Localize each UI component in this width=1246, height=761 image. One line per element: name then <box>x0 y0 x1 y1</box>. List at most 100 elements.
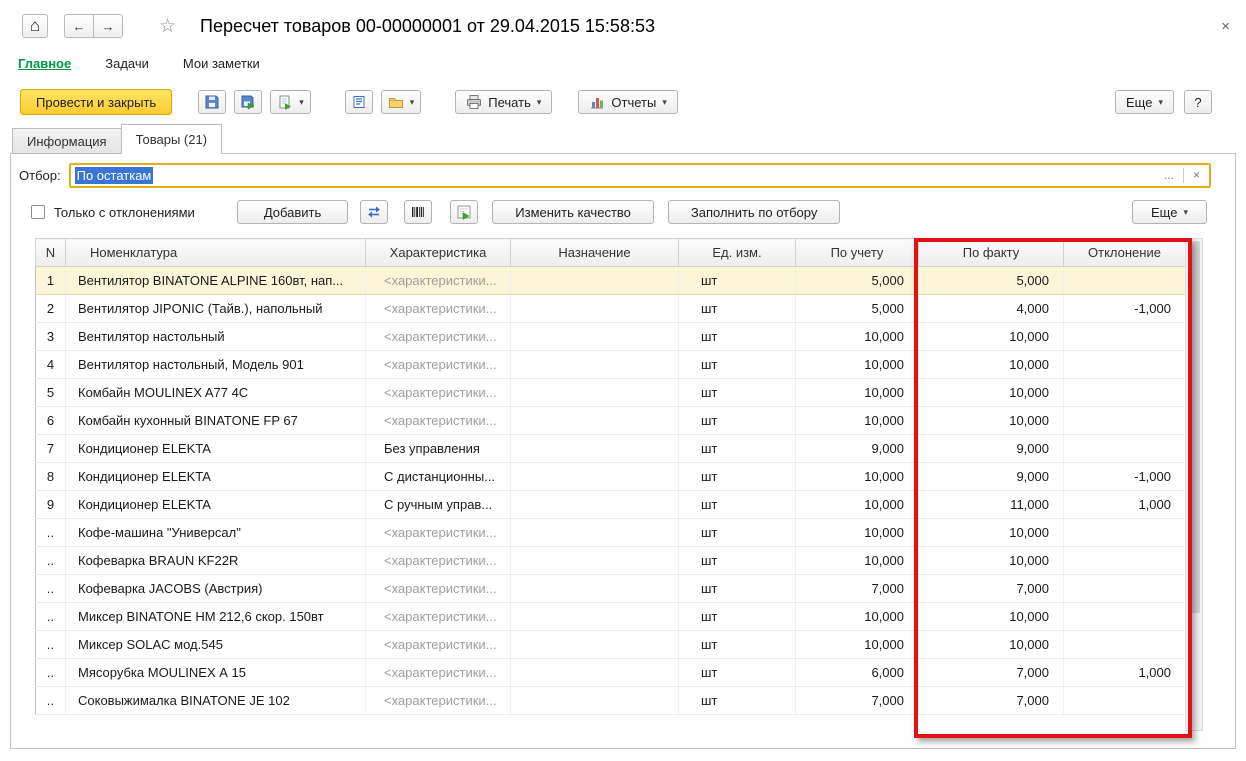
table-row[interactable]: 7 Кондиционер ELEKTA Без управления шт 9,000… <box>35 434 1186 463</box>
add-button[interactable]: Добавить <box>236 200 349 224</box>
column-header[interactable]: По факту <box>918 238 1064 267</box>
table-cell: 7,000 <box>918 686 1064 715</box>
print-button[interactable]: Печать ▾ <box>455 90 553 114</box>
swap-arrows-icon <box>368 206 381 218</box>
table-row[interactable]: 4 Вентилятор настольный, Модель 901 <харак… <box>35 350 1186 379</box>
column-header[interactable]: Номенклатура <box>65 238 366 267</box>
home-button[interactable]: ⌂ <box>22 14 48 38</box>
table-row[interactable]: .. Кофеварка BRAUN KF22R <характеристики..… <box>35 546 1186 575</box>
scrollbar-thumb[interactable] <box>1188 241 1200 613</box>
only-deviations-label[interactable]: Только с отклонениями <box>54 205 195 220</box>
save-icon <box>205 95 219 109</box>
tab-goods[interactable]: Товары (21) <box>120 124 223 154</box>
table-row[interactable]: .. Миксер SOLAC мод.545 <характеристики...… <box>35 630 1186 659</box>
back-button[interactable]: ← <box>64 14 94 38</box>
change-quality-label: Изменить качество <box>515 204 631 220</box>
column-header[interactable]: Характеристика <box>365 238 511 267</box>
table-row[interactable]: .. Кофе-машина "Универсал" <характеристики… <box>35 518 1186 547</box>
chevron-down-icon: ▾ <box>299 96 304 107</box>
menu-item-tasks[interactable]: Задачи <box>105 56 149 71</box>
table-row[interactable]: 9 Кондиционер ELEKTA С ручным управ... шт 10… <box>35 490 1186 519</box>
more-button[interactable]: Еще ▾ <box>1115 90 1174 114</box>
table-cell: <характеристики... <box>365 266 511 295</box>
table-cell <box>1063 350 1186 379</box>
filter-field-buttons: ... × <box>1159 167 1205 183</box>
save-button[interactable] <box>198 90 227 114</box>
right-arrow-icon: → <box>101 18 115 34</box>
table-row[interactable]: .. Миксер BINATONE HM 212,6 скор. 150вт <х… <box>35 602 1186 631</box>
vertical-scrollbar[interactable] <box>1185 238 1203 731</box>
table-cell <box>1063 518 1186 547</box>
table-cell: 7,000 <box>795 574 919 603</box>
document-structure-button[interactable] <box>344 90 373 114</box>
menu-item-main[interactable]: Главное <box>18 56 71 71</box>
table-cell: 9,000 <box>918 462 1064 491</box>
barcode-icon <box>412 207 425 217</box>
table-row[interactable]: 3 Вентилятор настольный <характеристики...… <box>35 322 1186 351</box>
create-based-on-button[interactable]: ▾ <box>270 90 311 114</box>
filter-input[interactable]: По остаткам ... × <box>68 162 1211 188</box>
table-row[interactable]: .. Кофеварка JACOBS (Австрия) <характерист… <box>35 574 1186 603</box>
sections-menu: Главное Задачи Мои заметки <box>18 56 260 71</box>
only-deviations-checkbox[interactable] <box>31 205 45 219</box>
table-cell: .. <box>35 630 66 659</box>
table-cell: 10,000 <box>795 462 919 491</box>
column-header[interactable]: N <box>35 238 66 267</box>
fill-by-selection-button[interactable]: Заполнить по отбору <box>667 200 841 224</box>
forward-button[interactable]: → <box>93 14 123 38</box>
column-header[interactable]: Назначение <box>510 238 679 267</box>
table-cell: 9 <box>35 490 66 519</box>
table-row[interactable]: .. Соковыжималка BINATONE JE 102 <характер… <box>35 686 1186 715</box>
table-cell: .. <box>35 686 66 715</box>
table-cell: <характеристики... <box>365 602 511 631</box>
column-header[interactable]: Отклонение <box>1063 238 1186 267</box>
table-row[interactable]: 8 Кондиционер ELEKTA С дистанционны... шт 10… <box>35 462 1186 491</box>
table-cell: -1,000 <box>1063 294 1186 323</box>
table-cell: Кондиционер ELEKTA <box>65 462 366 491</box>
table-cell: Кофе-машина "Универсал" <box>65 518 366 547</box>
table-cell: 7,000 <box>918 574 1064 603</box>
list-more-label: Еще <box>1151 204 1178 220</box>
post-button[interactable] <box>234 90 263 114</box>
post-and-close-button[interactable]: Провести и закрыть <box>20 89 173 115</box>
table-cell <box>1063 266 1186 295</box>
print-button-label: Печать <box>488 94 531 110</box>
table-row[interactable]: 1 Вентилятор BINATONE ALPINE 160вт, нап..… <box>35 266 1186 295</box>
nav-history-group: ← → <box>64 14 123 38</box>
filter-choose-button[interactable]: ... <box>1159 168 1179 182</box>
table-cell: шт <box>678 630 796 659</box>
table-cell: 10,000 <box>918 546 1064 575</box>
change-quality-button[interactable]: Изменить качество <box>492 200 654 224</box>
window-close-button[interactable]: × <box>1221 18 1230 35</box>
table-cell: шт <box>678 686 796 715</box>
table-row[interactable]: 6 Комбайн кухонный BINATONE FP 67 <характе… <box>35 406 1186 435</box>
tab-information[interactable]: Информация <box>12 128 122 154</box>
table-cell: <характеристики... <box>365 378 511 407</box>
related-documents-button[interactable] <box>360 200 389 224</box>
goods-table: N Номенклатура Характеристика Назначение Ед.… <box>35 238 1186 715</box>
list-more-button[interactable]: Еще ▾ <box>1132 200 1207 224</box>
help-button[interactable]: ? <box>1184 90 1212 114</box>
table-row[interactable]: 5 Комбайн MOULINEX A77 4C <характеристики.… <box>35 378 1186 407</box>
fill-button[interactable] <box>450 200 479 224</box>
barcode-scanner-button[interactable] <box>404 200 433 224</box>
table-cell: Вентилятор BINATONE ALPINE 160вт, нап... <box>65 266 366 295</box>
table-row[interactable]: .. Мясорубка MOULINEX А 15 <характеристики… <box>35 658 1186 687</box>
chevron-down-icon: ▾ <box>409 96 415 107</box>
column-header[interactable]: Ед. изм. <box>678 238 796 267</box>
favorite-star-icon[interactable]: ☆ <box>159 15 176 38</box>
table-cell: .. <box>35 574 66 603</box>
menu-item-notes[interactable]: Мои заметки <box>183 56 260 71</box>
table-cell: 10,000 <box>795 546 919 575</box>
table-cell: 10,000 <box>795 322 919 351</box>
filter-clear-button[interactable]: × <box>1188 168 1205 182</box>
table-cell: шт <box>678 546 796 575</box>
reports-button[interactable]: Отчеты ▾ <box>578 90 678 114</box>
table-cell: 6 <box>35 406 66 435</box>
table-cell: <характеристики... <box>365 518 511 547</box>
column-header[interactable]: По учету <box>795 238 919 267</box>
table-cell: 8 <box>35 462 66 491</box>
table-row[interactable]: 2 Вентилятор JIPONIC (Тайв.), напольный <х… <box>35 294 1186 323</box>
attachments-button[interactable]: ▾ <box>380 90 422 114</box>
table-cell: 10,000 <box>795 490 919 519</box>
